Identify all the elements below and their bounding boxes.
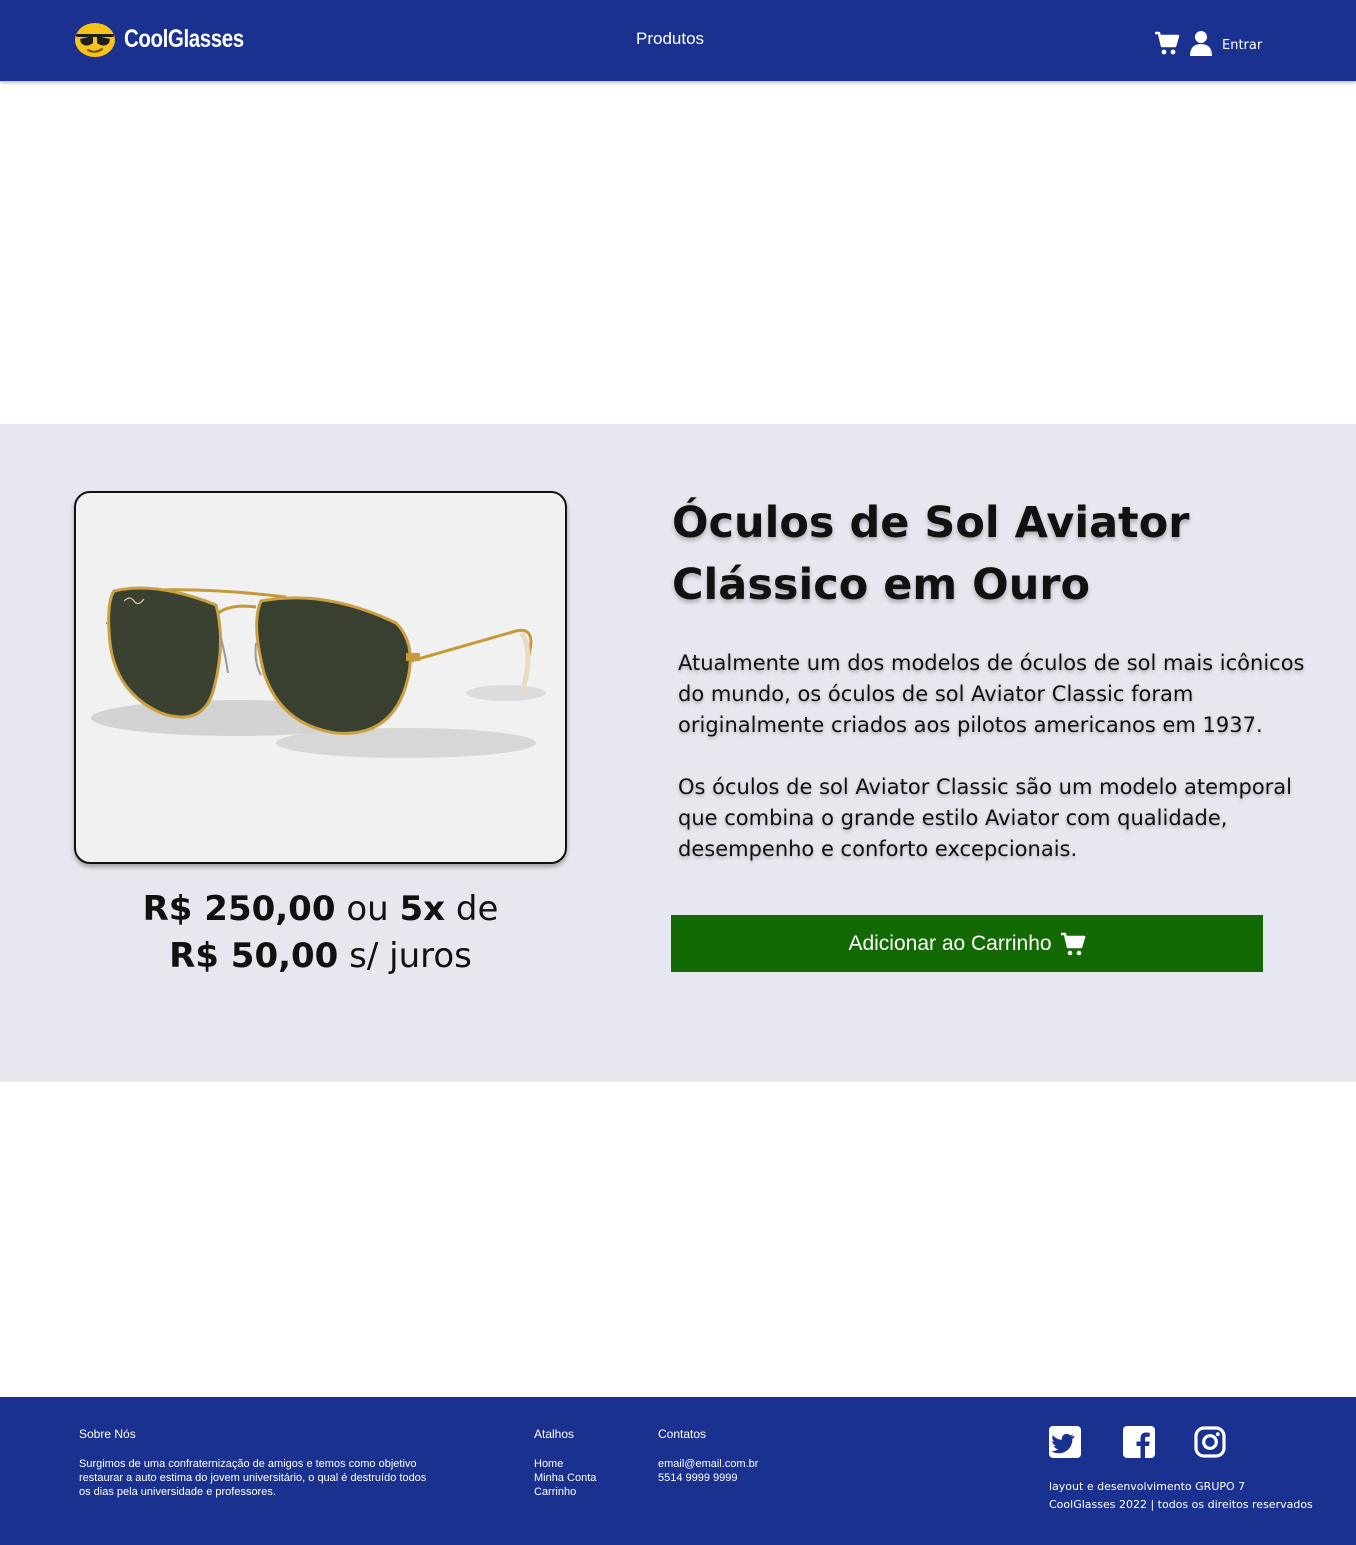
- brand-name: CoolGlasses: [124, 24, 244, 53]
- login-link[interactable]: Entrar: [1222, 38, 1262, 53]
- add-to-cart-label: Adicionar ao Carrinho: [848, 931, 1052, 955]
- footer-contacts: Contatos email@email.com.br 5514 9999 99…: [658, 1427, 758, 1485]
- footer-credits: layout e desenvolvimento GRUPO 7 CoolGla…: [1049, 1478, 1313, 1514]
- brand-logo-link[interactable]: CoolGlasses: [74, 20, 270, 58]
- twitter-icon[interactable]: [1049, 1426, 1081, 1458]
- price-or: ou: [346, 889, 389, 929]
- about-text: Surgimos de uma confraternização de amig…: [79, 1458, 427, 1498]
- site-header: CoolGlasses Produtos Entrar: [0, 0, 1356, 81]
- price-de: de: [455, 889, 499, 929]
- shortcut-account-link[interactable]: Minha Conta: [534, 1471, 596, 1485]
- installment-suffix: s/ juros: [349, 936, 472, 976]
- instagram-icon[interactable]: [1194, 1426, 1226, 1458]
- description-paragraph-2: Os óculos de sol Aviator Classic são um …: [678, 775, 1293, 861]
- footer-about: Sobre Nós Surgimos de uma confraternizaç…: [79, 1427, 429, 1499]
- contact-phone: 5514 9999 9999: [658, 1472, 738, 1484]
- nav-produtos-link[interactable]: Produtos: [636, 29, 704, 49]
- facebook-icon[interactable]: [1123, 1426, 1155, 1458]
- price-value: R$ 250,00: [142, 889, 336, 929]
- price-block: R$ 250,00 ou 5x de R$ 50,00 s/ juros: [74, 886, 567, 980]
- add-to-cart-button[interactable]: Adicionar ao Carrinho: [671, 915, 1263, 972]
- contacts-title: Contatos: [658, 1427, 707, 1441]
- about-title: Sobre Nós: [79, 1427, 136, 1441]
- shortcuts-title: Atalhos: [534, 1427, 575, 1441]
- aviator-sunglasses-image: [91, 586, 546, 758]
- shortcut-home-link[interactable]: Home: [534, 1457, 596, 1471]
- shortcut-cart-link[interactable]: Carrinho: [534, 1485, 596, 1499]
- description-paragraph-1: Atualmente um dos modelos de óculos de s…: [678, 651, 1305, 737]
- sunglasses-emoji-icon: [74, 20, 116, 58]
- cart-icon[interactable]: [1154, 30, 1180, 56]
- credits-line-1: layout e desenvolvimento GRUPO 7: [1049, 1480, 1246, 1493]
- site-footer: Sobre Nós Surgimos de uma confraternizaç…: [0, 1397, 1356, 1545]
- installments-count: 5x: [399, 889, 446, 929]
- header-actions: Entrar: [1154, 30, 1262, 56]
- installment-price: R$ 50,00: [169, 936, 339, 976]
- credits-line-2: CoolGlasses 2022 | todos os direitos res…: [1049, 1498, 1313, 1511]
- contact-email-link[interactable]: email@email.com.br: [658, 1457, 758, 1471]
- product-section: R$ 250,00 ou 5x de R$ 50,00 s/ juros Ócu…: [0, 424, 1356, 1082]
- product-title: Óculos de Sol Aviator Clássico em Ouro: [672, 498, 1190, 610]
- footer-shortcuts: Atalhos Home Minha Conta Carrinho: [534, 1427, 596, 1499]
- product-description: Atualmente um dos modelos de óculos de s…: [678, 648, 1308, 865]
- product-image-card: [74, 491, 567, 864]
- user-icon[interactable]: [1190, 30, 1212, 56]
- cart-icon: [1060, 932, 1085, 955]
